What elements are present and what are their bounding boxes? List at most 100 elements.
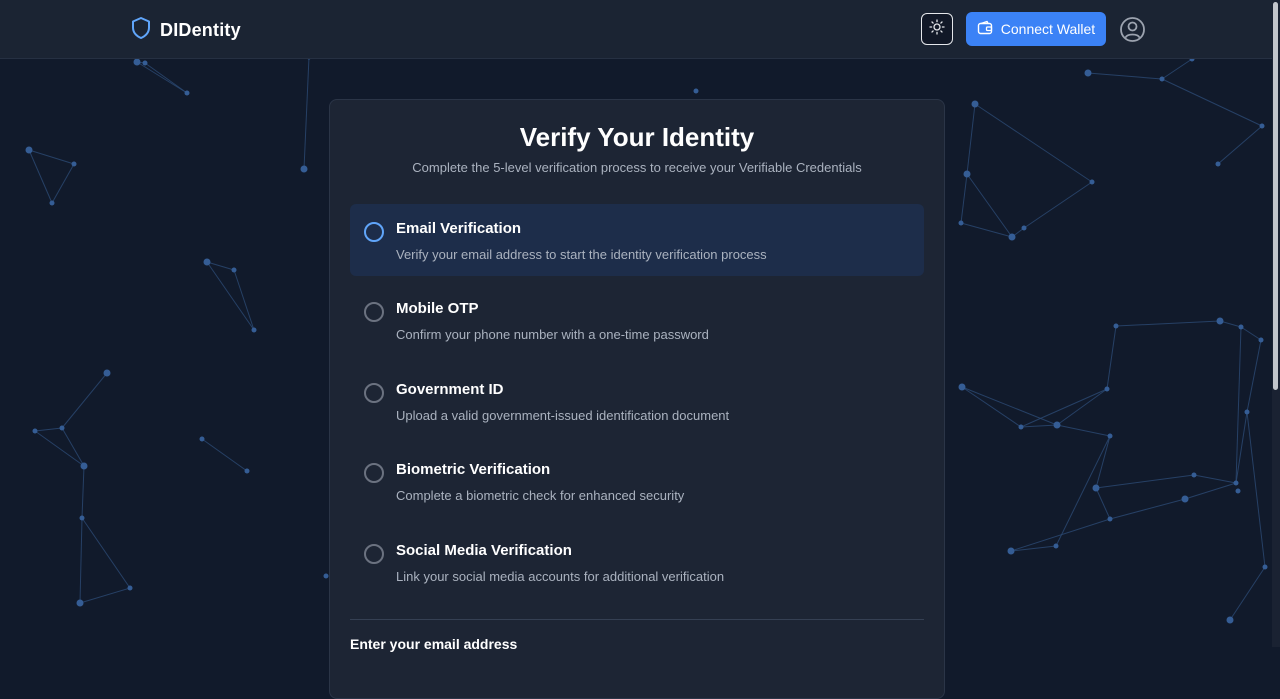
email-field-label: Enter your email address xyxy=(350,636,518,652)
network-link xyxy=(966,173,1013,238)
network-node xyxy=(79,515,85,521)
network-node xyxy=(300,165,308,173)
step-description: Upload a valid government-issued identif… xyxy=(396,408,730,423)
wallet-icon xyxy=(977,20,993,39)
network-node xyxy=(1021,225,1027,231)
network-node xyxy=(1181,495,1189,503)
network-link xyxy=(81,465,85,519)
network-node xyxy=(80,462,88,470)
network-link xyxy=(1020,424,1058,428)
network-link xyxy=(61,372,108,429)
profile-button[interactable] xyxy=(1119,16,1146,43)
network-link xyxy=(81,517,131,589)
step-biometric-verification[interactable]: Biometric Verification Complete a biomet… xyxy=(350,445,924,517)
network-link xyxy=(960,173,968,224)
network-node xyxy=(76,599,84,607)
step-government-id[interactable]: Government ID Upload a valid government-… xyxy=(350,365,924,437)
step-social-media-verification[interactable]: Social Media Verification Link your soci… xyxy=(350,526,924,598)
step-radio[interactable] xyxy=(364,222,384,242)
network-node xyxy=(231,267,237,273)
sun-icon xyxy=(929,18,945,40)
step-mobile-otp[interactable]: Mobile OTP Confirm your phone number wit… xyxy=(350,284,924,356)
network-node xyxy=(199,436,205,442)
network-link xyxy=(79,517,83,604)
step-radio[interactable] xyxy=(364,302,384,322)
step-description: Complete a biometric check for enhanced … xyxy=(396,488,685,503)
step-radio[interactable] xyxy=(364,383,384,403)
connect-wallet-label: Connect Wallet xyxy=(1000,21,1096,37)
network-link xyxy=(1095,474,1195,489)
section-divider xyxy=(350,619,924,620)
brand-logo[interactable]: DIDentity xyxy=(130,16,241,45)
network-node xyxy=(1053,421,1061,429)
network-link xyxy=(1020,388,1108,428)
network-link xyxy=(1087,72,1163,80)
step-title: Mobile OTP xyxy=(396,300,479,317)
network-link xyxy=(34,427,63,432)
connect-wallet-button[interactable]: Connect Wallet xyxy=(966,12,1106,46)
network-link xyxy=(206,261,255,331)
network-node xyxy=(1258,337,1264,343)
network-node xyxy=(1259,123,1265,129)
network-link xyxy=(1246,339,1262,413)
network-link xyxy=(1229,566,1266,621)
step-title: Email Verification xyxy=(396,220,522,237)
user-circle-icon xyxy=(1119,17,1146,47)
network-node xyxy=(103,369,111,377)
network-node xyxy=(1238,324,1244,330)
network-link xyxy=(61,427,85,467)
theme-toggle-button[interactable] xyxy=(921,13,953,45)
page-scrollbar[interactable] xyxy=(1272,0,1280,647)
network-link xyxy=(28,149,53,204)
top-navbar: DIDentity Connect Wallet xyxy=(0,0,1272,59)
network-node xyxy=(1244,409,1250,415)
network-node xyxy=(1084,69,1092,77)
network-link xyxy=(1240,326,1262,341)
network-link xyxy=(144,62,188,94)
step-radio[interactable] xyxy=(364,463,384,483)
network-node xyxy=(71,161,77,167)
network-node xyxy=(958,220,964,226)
network-link xyxy=(79,587,131,604)
network-link xyxy=(1161,78,1263,127)
network-link xyxy=(1193,474,1237,484)
network-node xyxy=(1053,543,1059,549)
network-link xyxy=(1184,482,1237,500)
network-node xyxy=(971,100,979,108)
page-title: Verify Your Identity xyxy=(519,122,755,152)
network-link xyxy=(303,56,310,170)
network-node xyxy=(1235,488,1241,494)
network-node xyxy=(251,327,257,333)
step-radio[interactable] xyxy=(364,544,384,564)
network-node xyxy=(963,170,971,178)
network-link xyxy=(1095,435,1111,489)
network-node xyxy=(127,585,133,591)
network-node xyxy=(1008,233,1016,241)
network-node xyxy=(59,425,65,431)
network-link xyxy=(201,438,248,472)
network-node xyxy=(1191,472,1197,478)
network-node xyxy=(1262,564,1268,570)
network-link xyxy=(960,222,1013,238)
network-node xyxy=(203,258,211,266)
network-node xyxy=(133,58,141,66)
network-node xyxy=(1107,516,1113,522)
network-link xyxy=(51,163,75,204)
network-node xyxy=(49,200,55,206)
step-title: Government ID xyxy=(396,381,504,398)
network-link xyxy=(1056,424,1111,437)
network-node xyxy=(1089,179,1095,185)
network-node xyxy=(1092,484,1100,492)
network-node xyxy=(958,383,966,391)
network-node xyxy=(1233,480,1239,486)
network-link xyxy=(34,430,85,467)
network-link xyxy=(233,269,255,331)
network-link xyxy=(1106,325,1117,390)
network-link xyxy=(28,149,75,165)
network-node xyxy=(693,88,699,94)
scrollbar-thumb[interactable] xyxy=(1273,2,1278,390)
step-email-verification[interactable]: Email Verification Verify your email add… xyxy=(350,204,924,276)
network-node xyxy=(323,573,329,579)
network-node xyxy=(1104,386,1110,392)
network-node xyxy=(1107,433,1113,439)
